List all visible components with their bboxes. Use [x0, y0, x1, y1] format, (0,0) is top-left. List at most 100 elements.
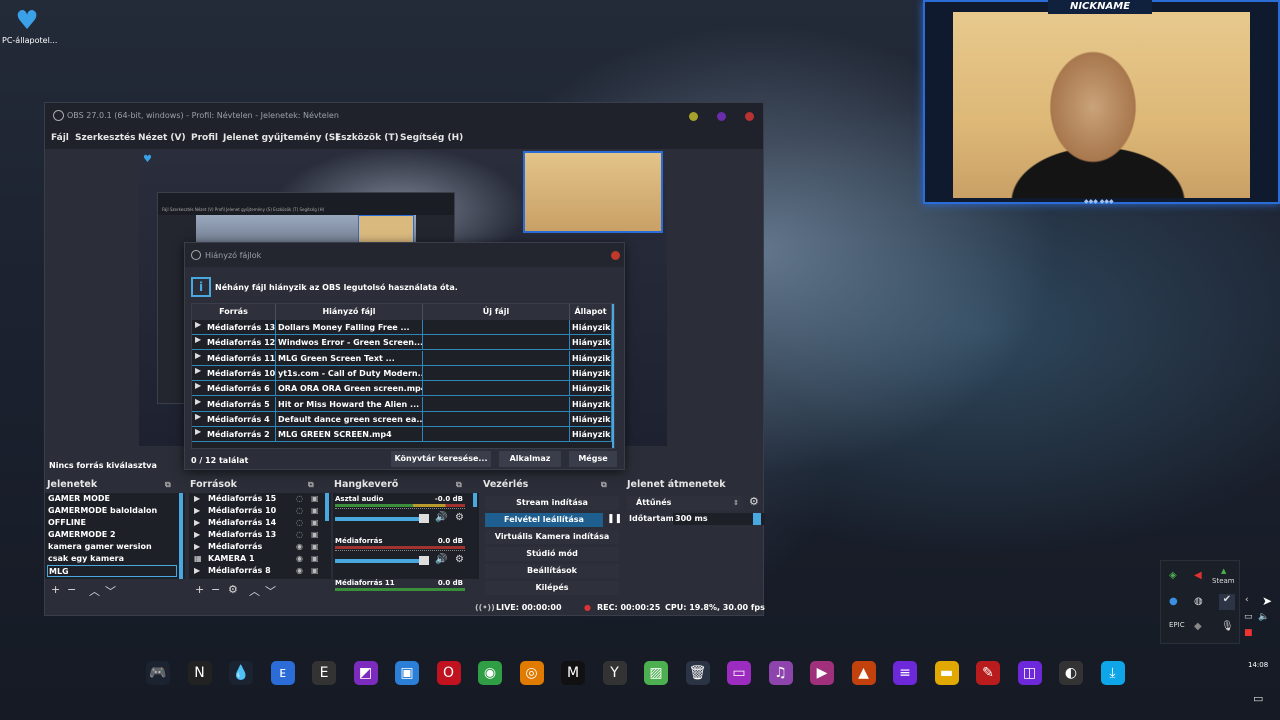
stop-recording-button[interactable]: Felvétel leállítása	[485, 513, 603, 527]
mw-icon[interactable]: M	[561, 661, 585, 685]
source-item[interactable]: ▶ Médiaforrás 15 ◌ ▣	[191, 493, 325, 505]
gear-icon[interactable]: ⚙	[749, 495, 759, 508]
epic-games-icon[interactable]: E	[312, 661, 336, 685]
nexus-icon[interactable]: N	[187, 661, 212, 685]
notes-icon[interactable]: ≡	[893, 661, 917, 685]
menu-file[interactable]: Fájl	[51, 133, 69, 143]
table-row[interactable]: ▶ Médiaforrás 13 Dollars Money Falling Fre…	[192, 320, 614, 335]
desktop-icon-pc-health[interactable]: ♥ PC-állapotel...	[2, 6, 57, 45]
move-down-icon[interactable]: ﹀	[105, 583, 116, 599]
menu-profile[interactable]: Profil	[191, 133, 218, 143]
volume-slider[interactable]	[335, 559, 427, 563]
gamepad-icon[interactable]: 🎮	[146, 661, 170, 685]
image-icon[interactable]: ▨	[644, 661, 668, 685]
table-row[interactable]: ▶ Médiaforrás 6 ORA ORA ORA Green screen.m…	[192, 381, 614, 397]
speaker-icon[interactable]: 🔊	[435, 554, 447, 565]
scene-item[interactable]: GAMERMODE 2	[47, 529, 177, 541]
add-icon[interactable]: +	[195, 583, 204, 596]
source-item[interactable]: ▶ Médiaforrás 14 ◌ ▣	[191, 517, 325, 529]
exit-button[interactable]: Kilépés	[485, 581, 619, 595]
volume-slider-handle[interactable]	[419, 514, 429, 523]
video-icon[interactable]: ▶	[810, 661, 834, 685]
scene-item[interactable]: csak egy kamera	[47, 553, 177, 565]
menu-tools[interactable]: Eszközök (T)	[335, 133, 399, 143]
start-stream-button[interactable]: Stream indítása	[485, 496, 619, 510]
mixer-scrollbar[interactable]	[473, 493, 477, 507]
table-row[interactable]: ▶ Médiaforrás 5 Hit or Miss Howard the Ali…	[192, 396, 614, 412]
speaker-icon[interactable]: 🔊	[435, 512, 447, 523]
opera-icon[interactable]: O	[436, 661, 461, 685]
tray-app-icon[interactable]: ◀	[1194, 570, 1202, 581]
remove-icon[interactable]: −	[211, 583, 220, 596]
blue-app-icon[interactable]: ▣	[395, 661, 419, 685]
purple-app-icon[interactable]: ◩	[353, 661, 378, 685]
ea-icon[interactable]: ᴇ	[270, 661, 295, 685]
table-row[interactable]: ▶ Médiaforrás 12 Windwos Error - Green Scr…	[192, 335, 614, 351]
start-virtual-camera-button[interactable]: Virtuális Kamera indítása	[485, 530, 619, 544]
orange-app-icon[interactable]: ◎	[519, 661, 544, 685]
gear-icon[interactable]: ⚙	[228, 583, 238, 596]
volume-slider-handle[interactable]	[419, 556, 429, 565]
steam-icon[interactable]: ✔	[1219, 594, 1235, 610]
hidden-eye-icon[interactable]: ◌	[296, 505, 303, 517]
duration-input[interactable]: 300 ms	[673, 513, 765, 525]
source-item[interactable]: ▦ KAMERA 1 ◉ ▣	[191, 553, 325, 565]
drop-icon[interactable]: 💧	[229, 661, 253, 685]
volume-slider[interactable]	[335, 517, 427, 521]
photo-icon[interactable]: ▲	[851, 661, 876, 685]
transition-select[interactable]: Áttűnés ⇕	[627, 496, 743, 510]
move-down-icon[interactable]: ﹀	[265, 583, 276, 599]
lock-icon[interactable]: ▣	[311, 493, 319, 505]
dialog-close-button[interactable]	[611, 251, 620, 260]
search-directory-button[interactable]: Könyvtár keresése...	[391, 451, 491, 467]
settings-button[interactable]: Beállítások	[485, 564, 619, 578]
network-icon[interactable]: ▭	[1244, 612, 1253, 622]
minimize-button[interactable]	[689, 112, 698, 121]
source-item[interactable]: ▶ Médiaforrás 8 ◉ ▣	[191, 565, 325, 577]
lock-icon[interactable]: ▣	[311, 553, 319, 565]
scene-item[interactable]: kamera gamer wersion	[47, 541, 177, 553]
dock-float-icon[interactable]: ⧉	[601, 480, 607, 490]
maximize-button[interactable]	[717, 112, 726, 121]
media-icon[interactable]: ◫	[1017, 661, 1042, 685]
menu-edit[interactable]: Szerkesztés	[75, 133, 135, 143]
download-icon[interactable]: ⤓	[1100, 661, 1125, 685]
obs-icon[interactable]: ◐	[1059, 661, 1083, 685]
scene-item[interactable]: GAMERMODE baloldalon	[47, 505, 177, 517]
tray-app-icon[interactable]: ■	[1244, 628, 1253, 638]
hidden-eye-icon[interactable]: ◌	[296, 517, 303, 529]
dock-float-icon[interactable]: ⧉	[456, 480, 462, 490]
folder-icon[interactable]: ▬	[934, 661, 959, 685]
hidden-eye-icon[interactable]: ◌	[296, 529, 303, 541]
monitor-icon[interactable]: ▭	[727, 661, 751, 685]
destiny-icon[interactable]: Y	[602, 661, 627, 685]
move-up-icon[interactable]: ︿	[89, 583, 100, 599]
sources-scrollbar[interactable]	[325, 493, 329, 521]
source-item[interactable]: ▶ Médiaforrás ◉ ▣	[191, 541, 325, 553]
volume-icon[interactable]: 🔈	[1258, 612, 1269, 622]
pause-icon[interactable]: ❚❚	[607, 514, 622, 524]
scene-item[interactable]: OFFLINE	[47, 517, 177, 529]
duration-spinner[interactable]	[753, 513, 761, 525]
tray-app-icon[interactable]: ◈	[1169, 570, 1177, 581]
dock-float-icon[interactable]: ⧉	[165, 480, 171, 490]
lock-icon[interactable]: ▣	[311, 541, 319, 553]
table-row[interactable]: ▶ Médiaforrás 11 MLG Green Screen Text ...…	[192, 350, 614, 366]
clock[interactable]: 14:08	[1248, 661, 1268, 669]
apply-button[interactable]: Alkalmaz	[499, 451, 561, 467]
notification-icon[interactable]: ▭	[1253, 692, 1263, 705]
eye-icon[interactable]: ◉	[296, 553, 303, 565]
chrome-icon[interactable]: ◉	[478, 661, 502, 685]
studio-mode-button[interactable]: Stúdió mód	[485, 547, 619, 561]
recycle-bin-icon[interactable]: 🗑	[685, 661, 710, 685]
lock-icon[interactable]: ▣	[311, 505, 319, 517]
tray-app-icon[interactable]: ◆	[1194, 621, 1202, 632]
cancel-button[interactable]: Mégse	[569, 451, 617, 467]
tray-app-icon[interactable]: EPIC	[1169, 621, 1185, 629]
microphone-icon[interactable]: 🎙	[1221, 621, 1234, 632]
pen-icon[interactable]: ✎	[976, 661, 1000, 685]
eye-icon[interactable]: ◉	[296, 565, 303, 577]
close-button[interactable]	[745, 112, 754, 121]
source-item[interactable]: ▶ Médiaforrás 13 ◌ ▣	[191, 529, 325, 541]
music-icon[interactable]: ♫	[768, 661, 793, 685]
